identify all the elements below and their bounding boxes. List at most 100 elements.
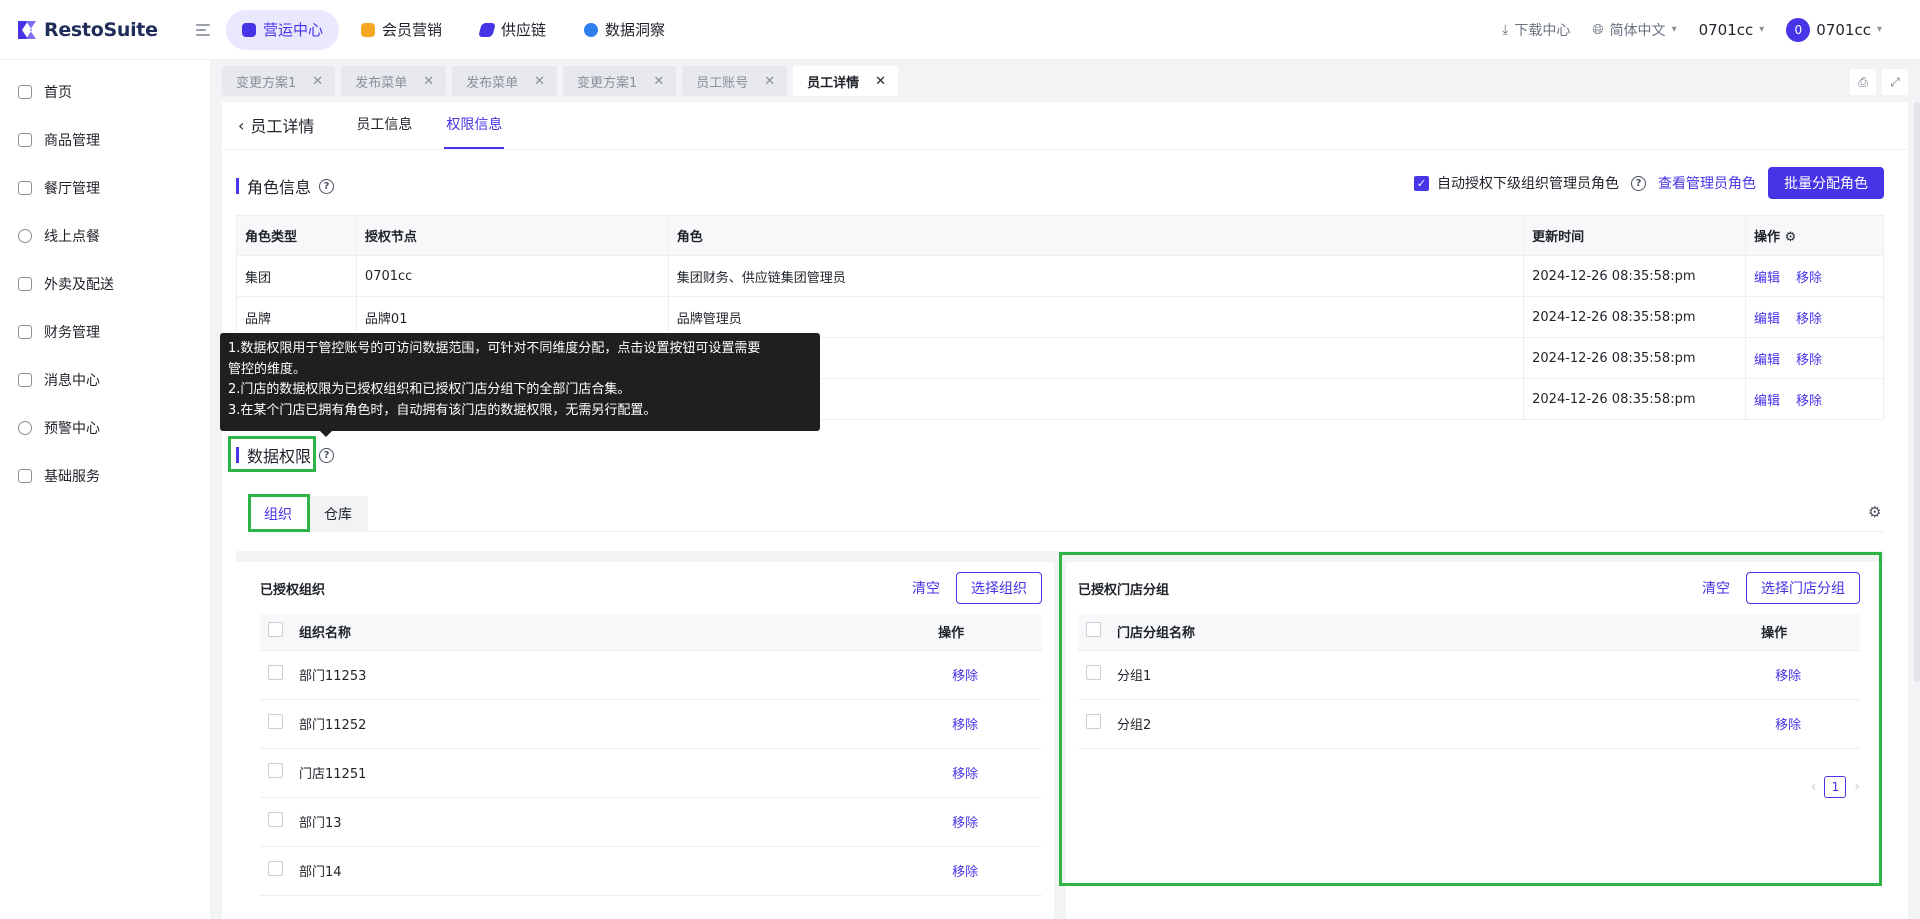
brand-name: RestoSuite [44, 18, 158, 41]
remove-link[interactable]: 移除 [930, 699, 1042, 749]
column-header: 操作 [930, 614, 1042, 651]
remove-link[interactable]: 移除 [930, 650, 1042, 700]
page-tab[interactable]: 变更方案1 ✕ [222, 66, 336, 96]
column-header-actions: 操作 ⚙ [1745, 215, 1884, 256]
edit-link[interactable]: 编辑 [1754, 394, 1780, 409]
table-row: 部门13 移除 [260, 797, 1042, 847]
download-center[interactable]: ⤓ 下载中心 [1502, 20, 1570, 40]
help-icon[interactable]: ? [1631, 175, 1646, 191]
close-icon[interactable]: ✕ [653, 74, 664, 89]
module-supply-chain[interactable]: 供应链 [464, 10, 562, 50]
sidebar-item-messages[interactable]: 消息中心 [0, 356, 210, 404]
role-cell: 集团财务、供应链集团管理员 [667, 255, 1525, 297]
brand-logo[interactable]: RestoSuite [0, 19, 196, 41]
page-tab[interactable]: 员工账号 ✕ [682, 66, 788, 96]
sidebar-item-basic-services[interactable]: 基础服务 [0, 452, 210, 500]
remove-link[interactable]: 移除 [930, 846, 1042, 896]
remove-link[interactable]: 移除 [1796, 353, 1822, 368]
close-icon[interactable]: ✕ [423, 74, 434, 89]
sidebar-item-alerts[interactable]: 预警中心 [0, 404, 210, 452]
top-bar: RestoSuite 营运中心 会员营销 供应链 数据洞察 ⤓ 下载中心 🌐︎ … [0, 0, 1920, 60]
auto-grant-checkbox[interactable]: ✓ [1414, 175, 1429, 191]
page-tab[interactable]: 发布菜单 ✕ [452, 66, 558, 96]
remove-link[interactable]: 移除 [930, 797, 1042, 847]
row-checkbox[interactable] [268, 714, 283, 729]
column-header-label: 操作 [1754, 230, 1781, 245]
close-icon[interactable]: ✕ [875, 74, 886, 89]
view-admin-roles-link[interactable]: 查看管理员角色 [1658, 173, 1756, 193]
row-checkbox[interactable] [268, 861, 283, 876]
sidebar-item-online-order[interactable]: 线上点餐 [0, 212, 210, 260]
user-menu[interactable]: 0 0701cc ▾ [1786, 17, 1882, 42]
sidebar-item-label: 预警中心 [44, 421, 100, 437]
module-label: 数据洞察 [605, 21, 666, 39]
remove-link[interactable]: 移除 [1796, 271, 1822, 286]
download-icon: ⤓ [1502, 21, 1509, 38]
remove-link[interactable]: 移除 [1796, 394, 1822, 409]
highlight-box-data-title [228, 436, 316, 472]
data-insight-icon [584, 22, 599, 37]
tab-permission-info[interactable]: 权限信息 [444, 101, 505, 149]
close-icon[interactable]: ✕ [312, 74, 323, 89]
fullscreen-icon[interactable]: ⤢ [1882, 69, 1908, 95]
back-button[interactable]: ‹ 员工详情 [238, 101, 314, 149]
remove-link[interactable]: 移除 [930, 748, 1042, 798]
module-ops-center[interactable]: 营运中心 [226, 9, 340, 50]
authorized-org-card: 已授权组织 清空 选择组织 组织名称 操作 部门11253 移除 部门11252 移… [236, 562, 1054, 919]
row-checkbox[interactable] [268, 665, 283, 680]
role-section-header: 角色信息 ? [236, 174, 335, 198]
close-icon[interactable]: ✕ [764, 74, 775, 89]
row-checkbox[interactable] [268, 763, 283, 778]
select-all-cell [260, 614, 291, 651]
org-name: 部门14 [291, 846, 931, 896]
column-header: 角色类型 [236, 215, 357, 256]
column-header: 角色 [667, 215, 1525, 256]
sidebar-item-label: 线上点餐 [44, 229, 100, 245]
page-scrollbar[interactable] [1914, 102, 1920, 682]
select-all-checkbox[interactable] [268, 622, 283, 638]
close-icon[interactable]: ✕ [534, 74, 545, 89]
sidebar-item-label: 餐厅管理 [44, 181, 100, 197]
menu-collapse-icon[interactable] [196, 20, 216, 40]
tab-employee-info[interactable]: 员工信息 [354, 101, 414, 149]
table-row: 门店11251 移除 [260, 748, 1042, 798]
tooltip-line: 1.数据权限用于管控账号的可访问数据范围，可针对不同维度分配，点击设置按钮可设置… [228, 341, 761, 356]
page-tab-active[interactable]: 员工详情 ✕ [793, 66, 899, 96]
sub-nav: ‹ 员工详情 员工信息 权限信息 [222, 102, 1908, 150]
highlight-box-store-group-card [1059, 552, 1882, 886]
org-switch[interactable]: 0701cc ▾ [1699, 21, 1765, 39]
edit-link[interactable]: 编辑 [1754, 353, 1780, 368]
gear-icon[interactable]: ⚙ [1785, 230, 1797, 245]
card-header: 已授权组织 清空 选择组织 [236, 562, 1054, 614]
edit-link[interactable]: 编辑 [1754, 271, 1780, 286]
sidebar-item-restaurant[interactable]: 餐厅管理 [0, 164, 210, 212]
batch-assign-roles-button[interactable]: 批量分配角色 [1768, 167, 1884, 199]
edit-link[interactable]: 编辑 [1754, 312, 1780, 327]
bag-icon [18, 277, 32, 291]
bulb-icon [18, 421, 32, 435]
updated-cell: 2024-12-26 08:35:58:pm [1523, 337, 1747, 379]
module-member-marketing[interactable]: 会员营销 [345, 10, 458, 50]
row-checkbox[interactable] [268, 812, 283, 827]
clear-link[interactable]: 清空 [912, 578, 940, 598]
page-tab[interactable]: 变更方案1 ✕ [563, 66, 677, 96]
table-row: 部门11252 移除 [260, 699, 1042, 749]
help-icon[interactable]: ? [319, 447, 335, 463]
remove-link[interactable]: 移除 [1796, 312, 1822, 327]
select-org-button[interactable]: 选择组织 [956, 572, 1042, 604]
top-right-tools: ⤓ 下载中心 🌐︎ 简体中文 ▾ 0701cc ▾ 0 0701cc ▾ [1502, 17, 1920, 42]
page-tab[interactable]: 发布菜单 ✕ [341, 66, 447, 96]
sidebar-item-finance[interactable]: 财务管理 [0, 308, 210, 356]
sidebar-item-home[interactable]: 首页 [0, 68, 210, 116]
avatar: 0 [1786, 17, 1811, 42]
gear-icon[interactable]: ⚙ [1868, 504, 1884, 520]
sidebar-item-products[interactable]: 商品管理 [0, 116, 210, 164]
language-switch[interactable]: 🌐︎ 简体中文 ▾ [1592, 20, 1676, 40]
module-data-insight[interactable]: 数据洞察 [568, 10, 681, 50]
tab-warehouse[interactable]: 仓库 [308, 496, 368, 532]
sidebar-item-label: 外卖及配送 [44, 277, 114, 293]
sidebar-item-delivery[interactable]: 外卖及配送 [0, 260, 210, 308]
print-icon[interactable]: ⎙ [1850, 69, 1876, 95]
help-icon[interactable]: ? [319, 178, 335, 194]
page-tabs: 变更方案1 ✕ 发布菜单 ✕ 发布菜单 ✕ 变更方案1 ✕ 员工账号 ✕ 员工详情 ✕ ⎙ … [210, 60, 1920, 102]
